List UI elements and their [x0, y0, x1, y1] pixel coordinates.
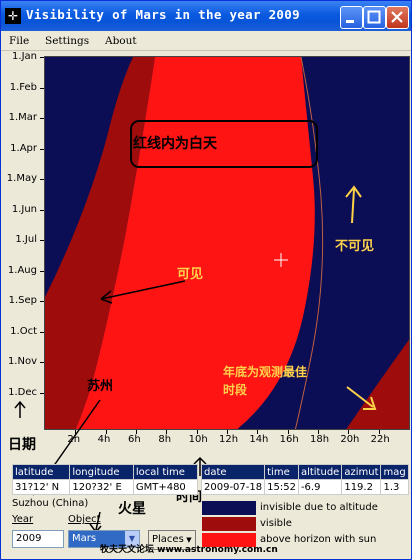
- longitude-value[interactable]: 120?32' E: [69, 479, 134, 495]
- watermark-text: 牧夫天文论坛 www.astronomy.com.cn: [100, 545, 278, 555]
- legend-invisible: invisible due to altitude: [202, 500, 410, 516]
- legend-invisible-swatch: [202, 501, 256, 515]
- header-altitude[interactable]: altitude: [297, 464, 343, 480]
- date-value[interactable]: 2009-07-18: [200, 479, 266, 495]
- object-label: Object: [68, 514, 101, 525]
- year-input[interactable]: 2009: [12, 530, 64, 548]
- local-time-value[interactable]: GMT+480: [132, 479, 199, 495]
- header-local-time[interactable]: local time: [132, 464, 199, 480]
- header-longitude[interactable]: longitude: [69, 464, 134, 480]
- header-time[interactable]: time: [264, 464, 299, 480]
- object-select-value: Mars: [72, 533, 97, 544]
- legend-invisible-label: invisible due to altitude: [260, 502, 378, 513]
- legend-visible-swatch: [202, 517, 256, 531]
- mars-header-row: date time altitude azimut mag: [200, 464, 409, 480]
- header-latitude[interactable]: latitude: [11, 464, 71, 480]
- year-label: Year: [12, 514, 34, 525]
- date-arrow-icon: [14, 400, 26, 418]
- time-value[interactable]: 15:52: [264, 479, 299, 495]
- altitude-value[interactable]: -6.9: [297, 479, 343, 495]
- mars-value-row: 2009-07-18 15:52 -6.9 119.2 1.3: [200, 479, 409, 495]
- mars-info-table: date time altitude azimut mag 2009-07-18…: [200, 464, 409, 495]
- annot-date: 日期: [8, 437, 36, 453]
- legend-visible-label: visible: [260, 518, 292, 529]
- header-mag[interactable]: mag: [380, 464, 409, 480]
- observer-value-row: 31?12' N 120?32' E GMT+480: [11, 479, 199, 495]
- annot-mars: 火星: [118, 501, 146, 517]
- latitude-value[interactable]: 31?12' N: [11, 479, 71, 495]
- observer-table: latitude longitude local time 31?12' N 1…: [11, 464, 199, 495]
- header-date[interactable]: date: [200, 464, 266, 480]
- legend-visible: visible: [202, 516, 410, 532]
- location-name: Suzhou (China): [12, 498, 89, 509]
- mag-value[interactable]: 1.3: [380, 479, 409, 495]
- observer-header-row: latitude longitude local time: [11, 464, 199, 480]
- azimut-value[interactable]: 119.2: [341, 479, 382, 495]
- header-azimut[interactable]: azimut: [341, 464, 382, 480]
